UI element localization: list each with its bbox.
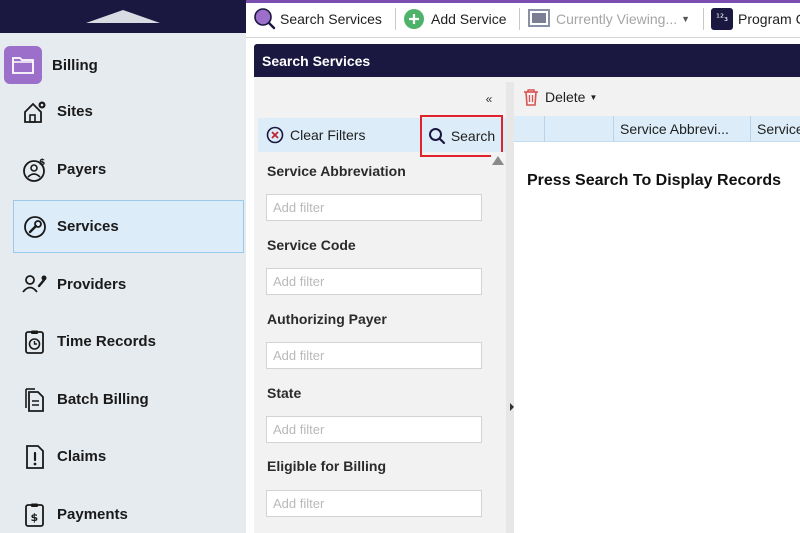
search-label: Search — [450, 128, 496, 144]
collapse-filters-button[interactable]: « — [481, 92, 497, 106]
currently-viewing-label: Currently Viewing... — [556, 10, 678, 27]
sidebar-item-label: Claims — [57, 448, 107, 465]
service-abbreviation-filter-input[interactable] — [266, 194, 482, 221]
filter-scrollbar[interactable] — [491, 152, 505, 533]
program-label: Program C — [738, 10, 800, 27]
search-icon — [428, 127, 446, 145]
time-records-icon — [22, 329, 48, 355]
batch-billing-icon — [22, 387, 48, 413]
panel-header: Search Services — [254, 44, 800, 77]
sidebar-item-label: Batch Billing — [57, 391, 149, 408]
payments-icon: $ — [22, 502, 48, 528]
plus-circle-icon — [403, 8, 425, 30]
column-header-service-abbreviation[interactable]: Service Abbrevi... — [613, 116, 750, 142]
search-button[interactable]: Search — [420, 115, 503, 157]
grid-select-column[interactable] — [544, 116, 545, 142]
state-filter-input[interactable] — [266, 416, 482, 443]
svg-text:$: $ — [31, 511, 39, 524]
panel-title: Search Services — [262, 53, 371, 69]
delete-button[interactable]: Delete ▼ — [523, 88, 597, 106]
filter-label-authorizing-payer: Authorizing Payer — [267, 311, 387, 327]
monitor-icon — [527, 8, 551, 30]
add-service-label: Add Service — [431, 10, 507, 27]
authorizing-payer-filter-input[interactable] — [266, 342, 482, 369]
search-services-button[interactable]: Search Services — [254, 5, 382, 32]
sidebar-item-label: Payers — [57, 161, 107, 178]
chevron-down-icon: ▼ — [589, 92, 598, 102]
scroll-up-icon[interactable] — [492, 156, 504, 165]
filter-label-service-abbreviation: Service Abbreviation — [267, 163, 406, 179]
column-header-label: Service Abbrevi... — [620, 121, 729, 137]
filter-label-service-code: Service Code — [267, 237, 356, 253]
module-header: Billing — [4, 46, 98, 84]
services-icon — [22, 214, 48, 240]
payers-icon: $ — [22, 157, 48, 183]
sidebar-item-label: Services — [57, 218, 119, 235]
module-title: Billing — [52, 56, 98, 74]
sidebar-item-label: Sites — [57, 103, 93, 120]
trash-icon — [523, 88, 539, 106]
sidebar-item-payers[interactable]: $ Payers — [13, 143, 244, 196]
search-services-label: Search Services — [280, 10, 382, 27]
column-header-label: Service — [757, 121, 800, 137]
results-area — [514, 82, 800, 533]
sidebar-item-payments[interactable]: $ Payments — [13, 488, 244, 533]
clear-filters-label: Clear Filters — [290, 127, 366, 143]
panel-splitter[interactable] — [506, 82, 514, 533]
sidebar-item-label: Time Records — [57, 333, 156, 350]
sidebar-item-label: Providers — [57, 276, 127, 293]
filter-label-eligible-for-billing: Eligible for Billing — [267, 458, 386, 474]
clear-x-icon — [266, 126, 284, 144]
collapse-sidebar-button[interactable] — [86, 10, 160, 23]
eligible-for-billing-filter-input[interactable] — [266, 490, 482, 517]
toolbar-divider — [519, 8, 520, 30]
delete-label: Delete — [545, 89, 586, 105]
sidebar-item-batch-billing[interactable]: Batch Billing — [13, 373, 244, 426]
sites-icon — [22, 99, 48, 125]
program-button[interactable]: ¹²₃ Program C — [711, 5, 800, 32]
sidebar-item-time-records[interactable]: Time Records — [13, 315, 244, 368]
folder-icon — [4, 46, 42, 84]
chevron-down-icon: ▼ — [681, 13, 691, 24]
sidebar-item-sites[interactable]: Sites — [13, 85, 244, 138]
toolbar-accent-line — [246, 0, 800, 3]
toolbar-divider — [703, 8, 704, 30]
toolbar-divider — [395, 8, 396, 30]
column-header-service[interactable]: Service — [750, 116, 800, 142]
clear-filters-button[interactable]: Clear Filters — [266, 126, 365, 144]
sidebar-item-label: Payments — [57, 506, 128, 523]
program-123-icon: ¹²₃ — [711, 7, 733, 30]
sidebar-item-claims[interactable]: Claims — [13, 430, 244, 483]
empty-results-message: Press Search To Display Records — [527, 172, 782, 189]
add-service-button[interactable]: Add Service — [403, 5, 506, 32]
currently-viewing-dropdown[interactable]: Currently Viewing... ▼ — [527, 5, 690, 32]
sidebar-item-providers[interactable]: Providers — [13, 258, 244, 311]
service-code-filter-input[interactable] — [266, 268, 482, 295]
search-services-icon — [254, 7, 276, 30]
double-chevron-left-icon: « — [485, 92, 493, 106]
filter-label-state: State — [267, 385, 302, 401]
claims-icon — [22, 444, 48, 470]
sidebar-item-services[interactable]: Services — [13, 200, 244, 253]
svg-text:$: $ — [39, 158, 45, 168]
providers-icon — [22, 272, 48, 298]
